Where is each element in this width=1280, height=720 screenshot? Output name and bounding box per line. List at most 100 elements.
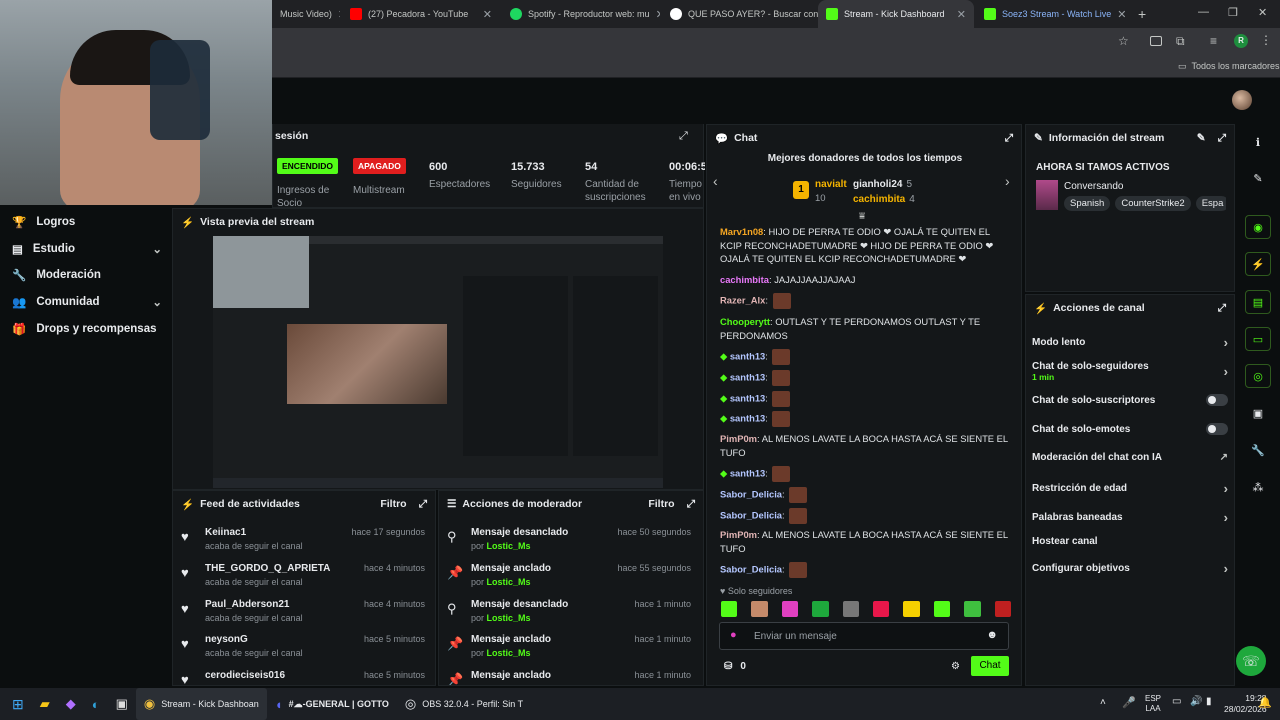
- close-icon[interactable]: ✕: [483, 8, 492, 21]
- wrench-icon[interactable]: 🔧: [1245, 438, 1271, 462]
- close-window-icon[interactable]: ✕: [1258, 6, 1267, 19]
- filter-button[interactable]: Filtro: [648, 498, 674, 510]
- action-followers-only[interactable]: Chat de solo-seguidores 1 min ›: [1032, 359, 1228, 383]
- broadcast-icon[interactable]: ◎: [1245, 364, 1271, 388]
- gear-icon[interactable]: ⚙: [951, 661, 960, 672]
- close-icon[interactable]: ✕: [656, 8, 660, 21]
- stream-preview-video[interactable]: [213, 236, 663, 488]
- chevron-right-icon[interactable]: ›: [1005, 173, 1010, 189]
- media-icon[interactable]: ≡: [1210, 34, 1217, 48]
- maximize-icon[interactable]: ❐: [1228, 6, 1238, 19]
- expand-icon[interactable]: ⤢: [679, 130, 688, 143]
- chat-input[interactable]: ● Enviar un mensaje ☻: [719, 622, 1009, 650]
- emote-icon[interactable]: [903, 601, 920, 617]
- emote-icon[interactable]: [994, 601, 1012, 617]
- emote-icon[interactable]: [933, 601, 951, 617]
- browser-tab[interactable]: (27) Pecadora - YouTube ✕: [342, 0, 500, 28]
- emote-icon[interactable]: [964, 601, 981, 617]
- document-icon[interactable]: ▤: [1245, 290, 1271, 314]
- close-icon[interactable]: ✕: [1117, 8, 1126, 21]
- browser-tab-active[interactable]: Stream - Kick Dashboard ✕: [818, 0, 974, 28]
- info-icon[interactable]: ℹ: [1245, 130, 1271, 154]
- close-icon[interactable]: ✕: [338, 8, 340, 21]
- emote-icon[interactable]: [812, 601, 829, 617]
- emotes-only-toggle[interactable]: [1206, 423, 1228, 435]
- browser-tab[interactable]: Soez3 Stream - Watch Live ✕: [976, 0, 1132, 28]
- taskbar-chrome[interactable]: ◉ Stream - Kick Dashboan: [135, 688, 267, 720]
- profile-avatar[interactable]: R: [1234, 34, 1248, 48]
- language-indicator[interactable]: ESP LAA: [1145, 694, 1161, 714]
- action-slow-mode[interactable]: Modo lento ›: [1032, 335, 1228, 350]
- tag[interactable]: Espa: [1195, 196, 1226, 211]
- lightning-icon[interactable]: ⚡: [1245, 252, 1271, 276]
- sidebar-item-estudio[interactable]: ▤ Estudio ⌄: [12, 242, 162, 256]
- sidebar-item-drops[interactable]: 🎁 Drops y recompensas: [12, 322, 162, 336]
- chat-bubble-icon[interactable]: ▭: [1245, 327, 1271, 351]
- emoji-icon[interactable]: ☻: [986, 629, 998, 641]
- emote-icon[interactable]: [781, 601, 799, 617]
- expand-icon[interactable]: ⤢: [1005, 132, 1013, 145]
- camera-icon[interactable]: ◉: [1245, 215, 1271, 239]
- emote-icon[interactable]: [873, 601, 890, 617]
- browser-tab[interactable]: Music Video) ✕: [272, 0, 340, 28]
- chevron-left-icon[interactable]: ‹: [713, 173, 718, 189]
- layout-icon[interactable]: ▣: [1245, 401, 1271, 425]
- mod-actions-header: ☰ Acciones de moderador Filtro ⤢: [447, 497, 695, 511]
- mic-icon[interactable]: 🎤: [1122, 696, 1136, 709]
- tray-chevron-icon[interactable]: ˄: [1100, 697, 1106, 708]
- sidebar-item-logros[interactable]: 🏆 Logros: [12, 215, 162, 229]
- support-button[interactable]: ☏: [1236, 646, 1266, 676]
- stat-followers: 15.733 Seguidores: [511, 161, 562, 190]
- pin-icon: 📌: [447, 636, 464, 651]
- edit-icon[interactable]: ✎: [1245, 166, 1271, 190]
- expand-icon[interactable]: ⤢: [1218, 132, 1226, 145]
- menu-icon[interactable]: ⋮: [1260, 33, 1272, 47]
- edit-icon[interactable]: ✎: [1197, 132, 1206, 144]
- tag[interactable]: Spanish: [1064, 196, 1111, 211]
- star-icon[interactable]: ☆: [1118, 34, 1129, 48]
- action-goals[interactable]: Configurar objetivos ›: [1032, 561, 1228, 576]
- user-avatar[interactable]: [1232, 90, 1252, 110]
- network-icon[interactable]: ▭: [1172, 696, 1181, 707]
- tag[interactable]: CounterStrike2: [1115, 196, 1191, 211]
- expand-icon[interactable]: ⤢: [687, 498, 695, 511]
- sidebar-item-comunidad[interactable]: 👥 Comunidad ⌄: [12, 295, 162, 309]
- action-banned-words[interactable]: Palabras baneadas ›: [1032, 510, 1228, 525]
- emote-icon[interactable]: [721, 601, 738, 617]
- all-bookmarks[interactable]: ▭ Todos los marcadores: [1178, 61, 1280, 72]
- edge-icon[interactable]: ◐: [84, 688, 108, 720]
- volume-icon[interactable]: 🔊: [1190, 696, 1202, 707]
- channel-points[interactable]: ⛁ 0: [724, 661, 746, 672]
- file-explorer-icon[interactable]: ▰: [32, 688, 58, 720]
- emote-icon: [789, 487, 808, 503]
- screenshot-icon[interactable]: [1150, 36, 1162, 46]
- emote-icon[interactable]: [751, 601, 768, 617]
- emote-icon[interactable]: [842, 601, 860, 617]
- windows-start-icon[interactable]: ⊞: [0, 688, 32, 720]
- close-icon[interactable]: ✕: [957, 8, 966, 21]
- subscribers-only-toggle[interactable]: [1206, 394, 1228, 406]
- emote-icon: [772, 349, 791, 365]
- notification-icon[interactable]: 🔔: [1258, 696, 1272, 709]
- new-tab-button[interactable]: +: [1138, 6, 1146, 22]
- battery-icon[interactable]: ▮: [1206, 696, 1212, 707]
- chat-message: ◆ santh13:: [720, 370, 1010, 386]
- taskbar-obs[interactable]: ◎ OBS 32.0.4 - Perfil: Sin T: [397, 688, 531, 720]
- expand-icon[interactable]: ⤢: [419, 498, 427, 511]
- browser-tab[interactable]: Spotify - Reproductor web: mu ✕: [502, 0, 660, 28]
- taskbar-discord[interactable]: ◖ #☁-GENERAL | GOTTO: [267, 688, 397, 720]
- action-age-restriction[interactable]: Restricción de edad ›: [1032, 481, 1228, 496]
- send-button[interactable]: Chat: [971, 656, 1009, 676]
- minimize-icon[interactable]: —: [1198, 6, 1209, 18]
- action-ai-moderation[interactable]: Moderación del chat con IA ↗: [1032, 452, 1228, 463]
- browser-tab[interactable]: QUE PASO AYER? - Buscar con✕: [662, 0, 818, 28]
- expand-icon[interactable]: ⤢: [1218, 302, 1226, 315]
- apps-icon[interactable]: ⁂: [1245, 475, 1271, 499]
- store-icon[interactable]: ▣: [108, 688, 136, 720]
- action-host-channel[interactable]: Hostear canal: [1032, 536, 1228, 547]
- filter-button[interactable]: Filtro: [380, 498, 406, 510]
- extensions-icon[interactable]: ⧉: [1176, 34, 1185, 49]
- sidebar-item-moderacion[interactable]: 🔧 Moderación: [12, 268, 162, 282]
- mic-icon[interactable]: ●: [730, 629, 737, 641]
- copilot-icon[interactable]: ◆: [58, 688, 84, 720]
